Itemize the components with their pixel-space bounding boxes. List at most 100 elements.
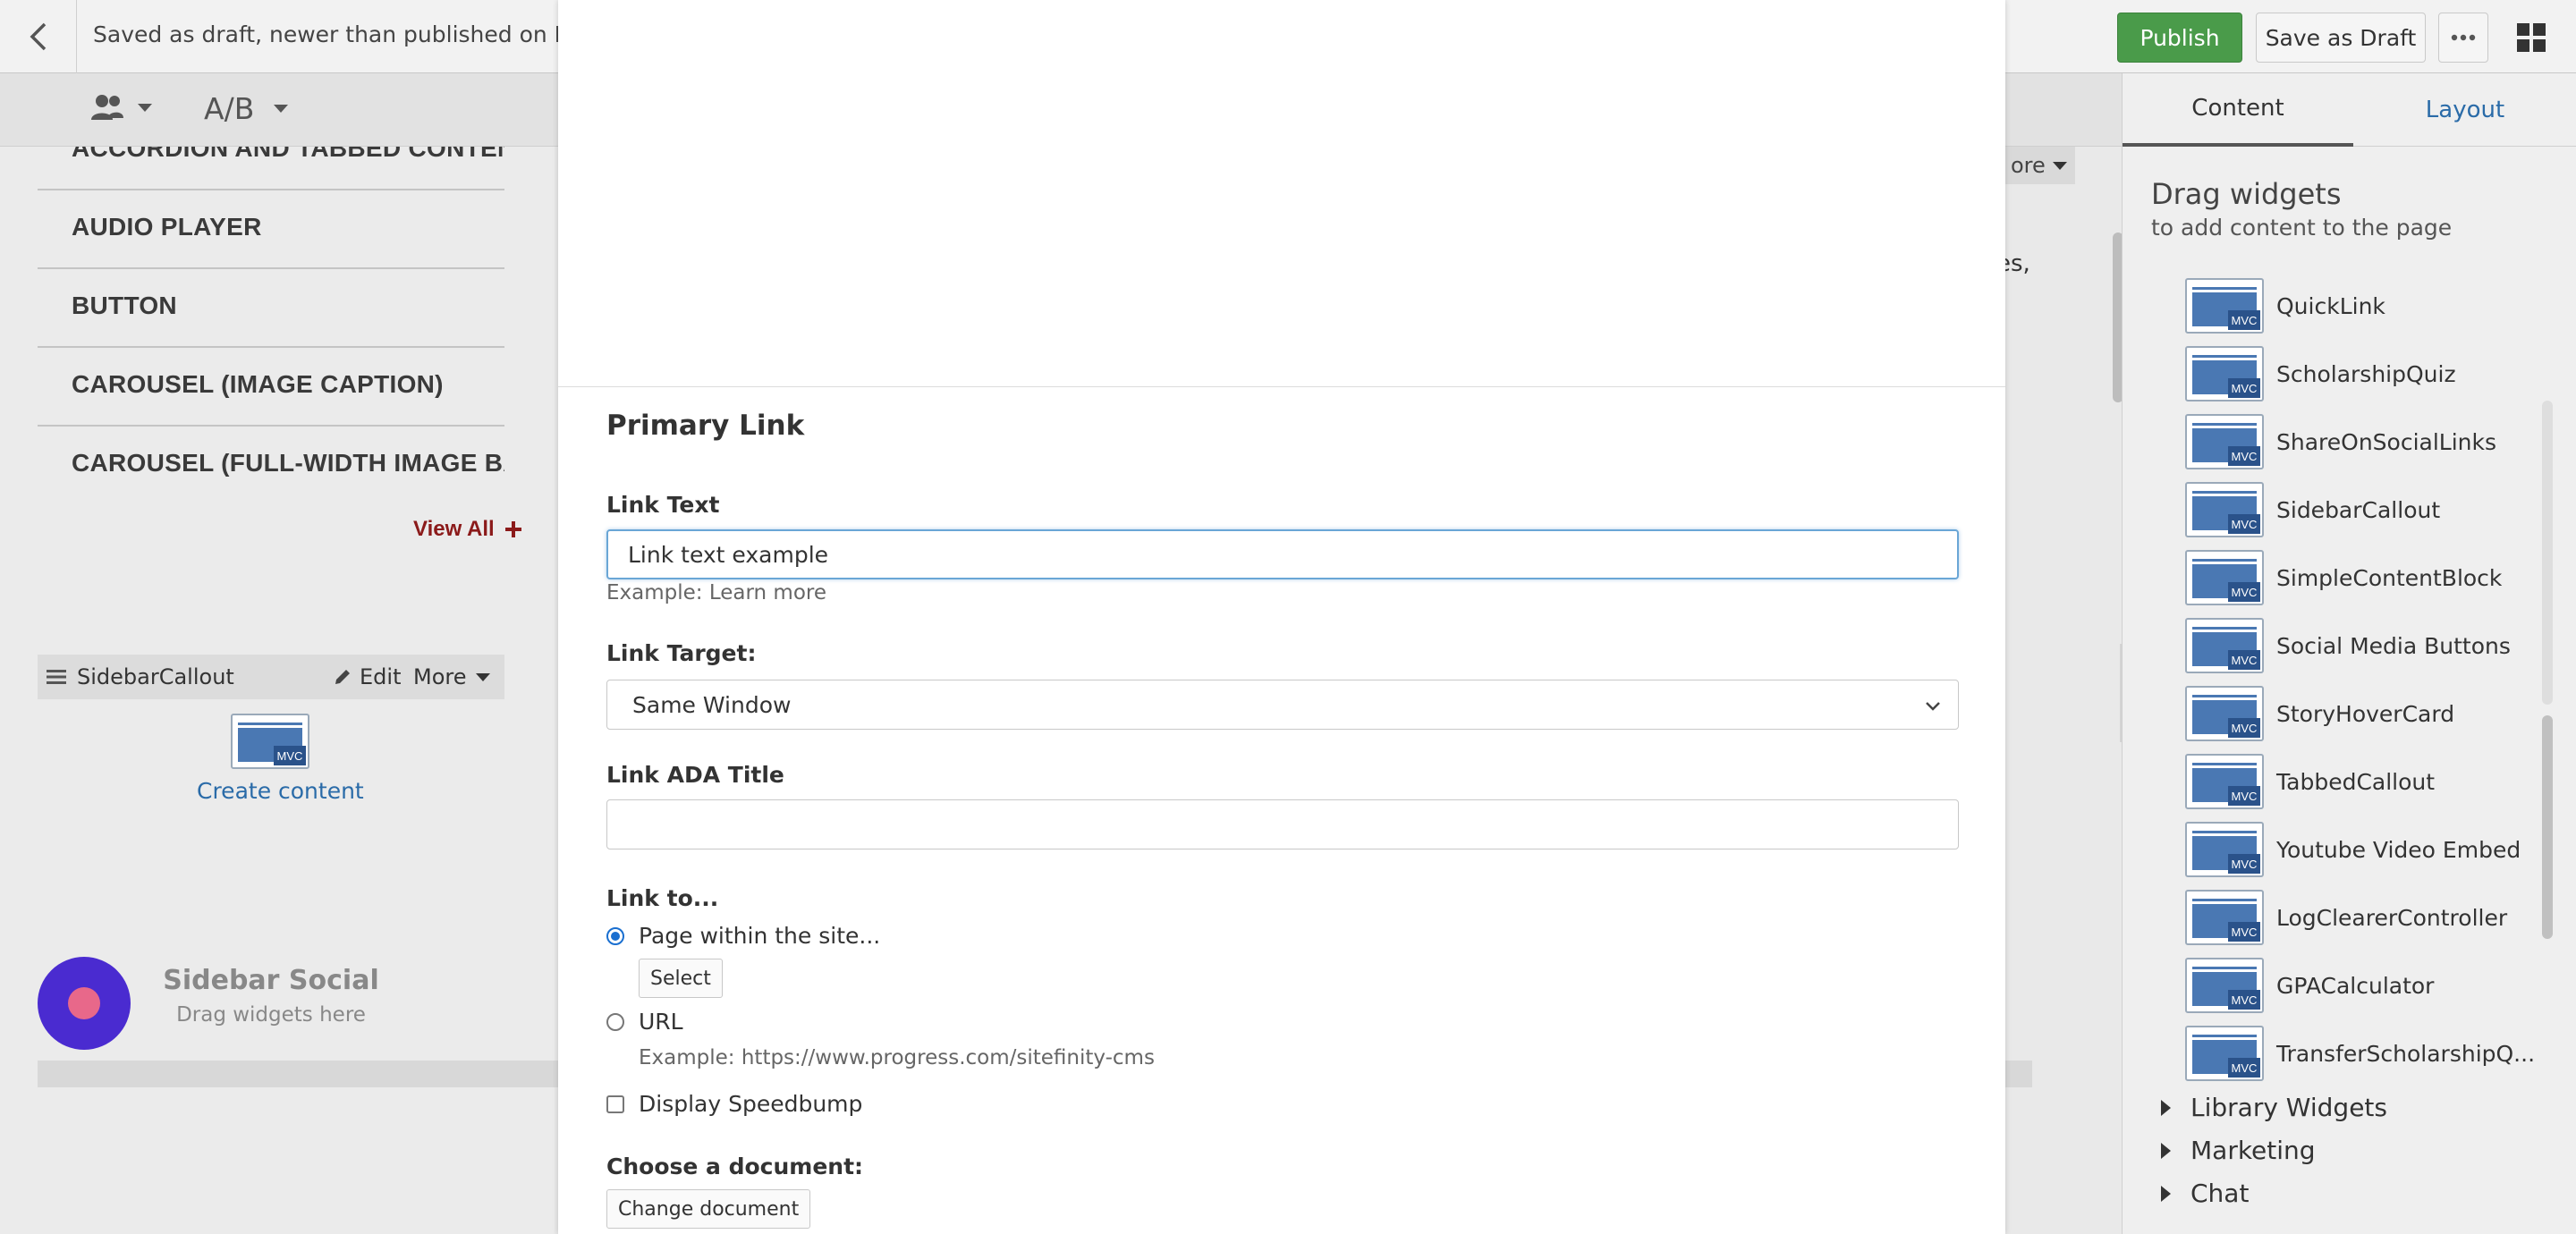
draft-status-text: Saved as draft, newer than published on … [93,21,637,47]
choose-document-label: Choose a document: [606,1154,864,1179]
link-text-input[interactable]: Link text example [606,529,1959,579]
widget-item[interactable]: MVC SimpleContentBlock [2185,544,2543,612]
widget-item-label: QuickLink [2276,292,2385,319]
view-all-link[interactable]: View All [413,517,523,542]
mvc-icon: MVC [2185,618,2264,673]
mvc-tag: MVC [2228,650,2260,670]
publish-button[interactable]: Publish [2117,13,2242,63]
group-library-widgets[interactable]: Library Widgets [2161,1093,2387,1122]
link-target-select[interactable]: Same Window [606,680,1959,730]
accordion-item[interactable]: CAROUSEL (FULL-WIDTH IMAGE BACKGROUND) [38,427,504,494]
speedbump-checkbox[interactable] [606,1095,624,1113]
accordion-item[interactable]: AUDIO PLAYER [38,191,504,269]
mvc-tag: MVC [2228,718,2260,738]
create-content-link[interactable]: Create content [197,778,364,804]
tab-content[interactable]: Content [2123,73,2353,147]
link-to-label: Link to... [606,885,719,911]
chat-launcher-button[interactable] [38,957,131,1050]
widget-toolbar-sidebarcallout[interactable]: SidebarCallout Edit More [38,655,504,699]
widget-item[interactable]: MVC GPACalculator [2185,951,2543,1019]
widget-item-label: SimpleContentBlock [2276,564,2503,591]
widget-item[interactable]: MVC SidebarCallout [2185,476,2543,544]
more-actions-button[interactable] [2438,13,2488,63]
mvc-tag: MVC [2228,582,2260,602]
display-speedbump-option[interactable]: Display Speedbump [606,1091,862,1117]
mvc-icon: MVC [231,714,309,769]
accordion-item[interactable]: ACCORDION AND TABBED CONTENT [38,147,504,190]
widget-item-label: StoryHoverCard [2276,700,2455,727]
group-label: Marketing [2190,1136,2316,1165]
plus-icon [504,521,521,537]
change-document-button[interactable]: Change document [606,1189,811,1229]
drag-handle-icon[interactable] [47,669,66,685]
widget-name: SidebarCallout [77,664,234,689]
group-label: Library Widgets [2190,1093,2387,1122]
panel-title: Drag widgets [2151,177,2342,211]
ab-label: A/B [204,91,255,126]
radio-button[interactable] [606,1012,624,1031]
widget-item[interactable]: MVC ScholarshipQuiz [2185,340,2543,408]
widget-item[interactable]: MVC Youtube Video Embed [2185,816,2543,883]
widget-item[interactable]: MVC Social Media Buttons [2185,612,2543,680]
edit-widget-button[interactable]: Edit [333,664,401,689]
mvc-tag: MVC [2228,310,2260,330]
dialog-upper-area [558,0,2005,387]
chevron-down-icon [274,105,289,113]
group-marketing[interactable]: Marketing [2161,1136,2316,1165]
content-more-menu[interactable]: ore [2005,147,2075,184]
section-title-primary-link: Primary Link [606,410,805,442]
widget-item-label: ScholarshipQuiz [2276,360,2456,387]
widget-item[interactable]: MVC TransferScholarshipQ... [2185,1019,2543,1087]
caret-right-icon [2161,1142,2171,1159]
ab-test-selector[interactable]: A/B [204,91,289,126]
mvc-icon: MVC [2185,822,2264,877]
ada-title-input[interactable] [606,799,1959,849]
caret-right-icon [2161,1185,2171,1202]
widget-item-label: Youtube Video Embed [2276,836,2521,863]
mvc-icon: MVC [2185,550,2264,605]
mvc-tag: MVC [2228,514,2260,534]
apps-grid-button[interactable] [2513,20,2549,55]
mvc-tag: MVC [2228,378,2260,398]
back-button[interactable] [0,0,77,73]
mvc-tag: MVC [2228,1058,2260,1078]
accordion-item[interactable]: CAROUSEL (IMAGE CAPTION) [38,349,504,427]
mvc-icon: MVC [2185,414,2264,469]
widget-item[interactable]: MVC LogClearerController [2185,883,2543,951]
chat-icon [68,987,100,1019]
ellipsis-icon [2451,34,2476,41]
mvc-icon: MVC [2185,890,2264,945]
more-label: More [413,664,467,689]
mvc-icon: MVC [2185,346,2264,401]
widget-item[interactable]: MVC TabbedCallout [2185,748,2543,816]
persona-selector[interactable] [89,93,152,122]
view-all-label: View All [413,517,495,541]
url-hint: Example: https://www.progress.com/sitefi… [639,1046,1155,1069]
widget-item[interactable]: MVC ShareOnSocialLinks [2185,408,2543,476]
widgets-panel: Content Layout Drag widgets to add conte… [2122,73,2576,1234]
widget-item[interactable]: MVC StoryHoverCard [2185,680,2543,748]
mvc-icon: MVC [2185,754,2264,809]
radio-page-within-site[interactable]: Page within the site... [606,923,880,949]
widget-item-label: GPACalculator [2276,972,2435,999]
widget-item-label: SidebarCallout [2276,496,2441,523]
save-as-draft-button[interactable]: Save as Draft [2256,13,2426,63]
chevron-down-icon [1926,702,1940,711]
radio-url[interactable]: URL [606,1009,683,1035]
group-chat[interactable]: Chat [2161,1179,2249,1208]
ada-title-label: Link ADA Title [606,762,784,788]
tab-layout[interactable]: Layout [2353,73,2576,147]
widget-list: MVC QuickLink MVC ScholarshipQuiz MVC ShareOn… [2185,272,2543,1087]
widget-more-menu[interactable]: More [413,664,490,689]
panel-scrollbar[interactable] [2542,715,2553,939]
mvc-icon: MVC [2185,482,2264,537]
mvc-tag: MVC [274,746,306,765]
more-label: ore [2011,153,2046,178]
widget-item[interactable]: MVC QuickLink [2185,272,2543,340]
radio-button[interactable] [606,926,624,945]
mvc-icon: MVC [2185,278,2264,334]
select-page-button[interactable]: Select [639,959,723,998]
group-label: Chat [2190,1179,2250,1208]
accordion-item[interactable]: BUTTON [38,270,504,348]
link-target-label: Link Target: [606,640,757,666]
